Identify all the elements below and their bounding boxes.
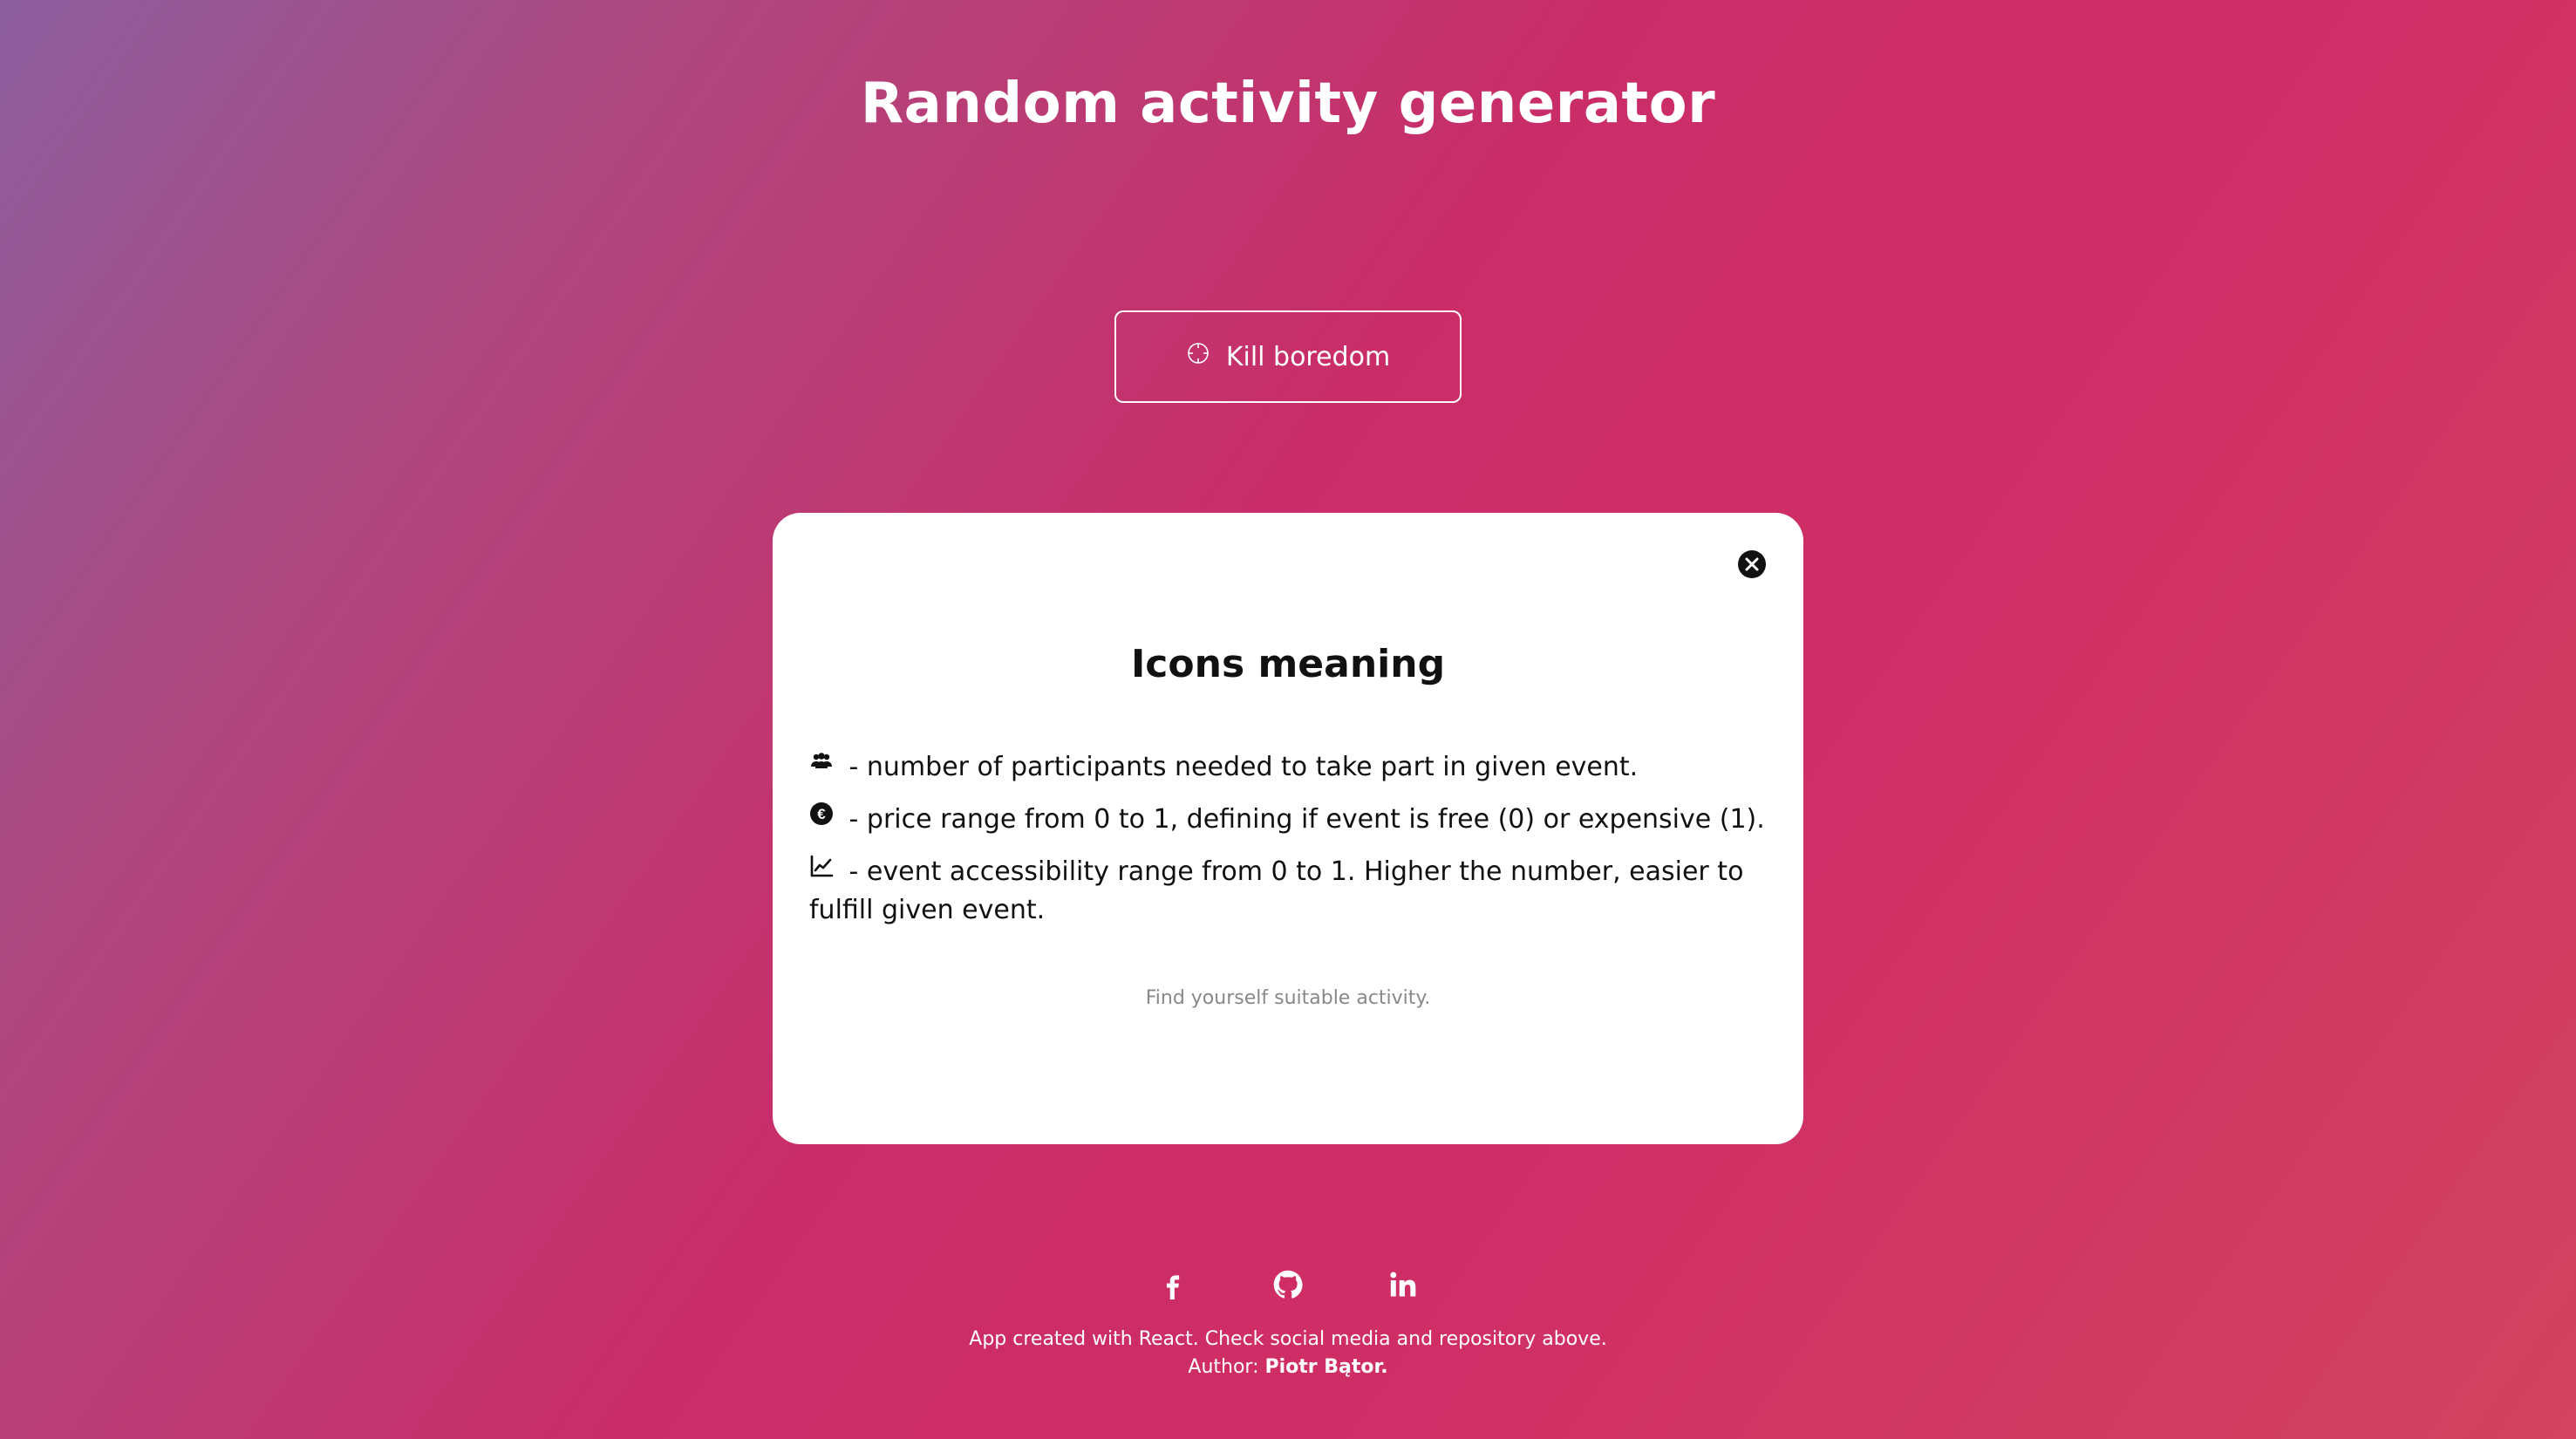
footer-credits: App created with React. Check social med…: [969, 1328, 1607, 1350]
icons-legend: - number of participants needed to take …: [809, 748, 1768, 944]
footer-author: Author: Piotr Bątor.: [0, 1354, 2576, 1381]
participants-icon: [809, 752, 849, 782]
icons-meaning-modal: Icons meaning - number of participants n…: [773, 513, 1803, 1144]
chart-line-icon: [809, 855, 849, 887]
kill-boredom-label: Kill boredom: [1225, 341, 1391, 372]
legend-item-participants: - number of participants needed to take …: [809, 748, 1768, 787]
legend-text-price: - price range from 0 to 1, defining if e…: [848, 804, 1765, 835]
legend-text-participants: - number of participants needed to take …: [848, 752, 1639, 782]
legend-text-accessibility: - event accessibility range from 0 to 1.…: [809, 856, 1744, 925]
legend-item-price: € - price range from 0 to 1, defining if…: [809, 801, 1768, 839]
author-label: Author:: [1188, 1356, 1259, 1378]
modal-hint: Find yourself suitable activity.: [1145, 987, 1431, 1009]
github-icon[interactable]: [1266, 1263, 1310, 1306]
facebook-icon[interactable]: [1151, 1263, 1195, 1306]
modal-title: Icons meaning: [1130, 642, 1446, 686]
target-icon: [1186, 341, 1210, 372]
svg-text:€: €: [817, 806, 826, 822]
kill-boredom-button[interactable]: Kill boredom: [1114, 310, 1462, 403]
legend-item-accessibility: - event accessibility range from 0 to 1.…: [809, 853, 1768, 930]
linkedin-icon[interactable]: [1381, 1263, 1425, 1306]
page-title: Random activity generator: [860, 72, 1716, 136]
footer: App created with React. Check social med…: [0, 1326, 2576, 1381]
euro-icon: €: [809, 802, 849, 835]
close-icon[interactable]: [1737, 549, 1767, 579]
social-links: [1151, 1263, 1425, 1306]
author-name: Piotr Bątor.: [1264, 1356, 1388, 1378]
